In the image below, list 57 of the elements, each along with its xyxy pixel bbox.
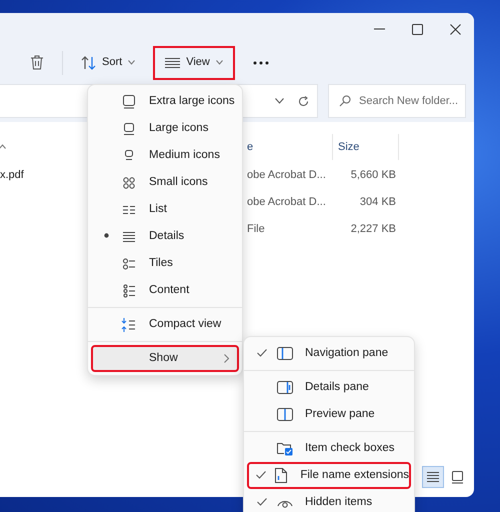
tiles-icon	[121, 256, 137, 270]
minimize-icon[interactable]	[374, 28, 384, 30]
view-button[interactable]: View	[153, 46, 235, 80]
folder-checkbox-icon	[277, 441, 293, 456]
lines-icon	[121, 230, 137, 244]
menu-item[interactable]: Content	[91, 277, 239, 304]
menu-item[interactable]: Extra large icons	[91, 88, 239, 115]
menu-item[interactable]: Medium icons	[91, 142, 239, 169]
sort-arrows-icon	[81, 56, 96, 70]
refresh-icon[interactable]	[298, 96, 309, 106]
file-size: 2,227 KB	[350, 223, 396, 236]
pane-icon	[277, 408, 293, 421]
monitor-icon	[121, 94, 137, 108]
close-icon[interactable]	[450, 24, 460, 34]
grid-circles-icon	[121, 176, 137, 190]
chevron-right-icon	[224, 354, 229, 363]
monitor-icon	[121, 122, 137, 136]
column-header[interactable]: e	[247, 140, 254, 153]
search-icon	[339, 95, 351, 107]
document-icon	[275, 468, 288, 483]
menu-item[interactable]: Hidden items	[247, 489, 411, 512]
menu-item[interactable]: Tiles	[91, 250, 239, 277]
more-icon	[252, 60, 269, 64]
file-name[interactable]: x.pdf	[0, 169, 24, 182]
menu-item[interactable]: List	[91, 196, 239, 223]
column-header[interactable]: Size	[332, 134, 399, 160]
lines-icon	[425, 470, 441, 484]
file-type: File	[247, 223, 265, 236]
maximize-icon[interactable]	[412, 24, 422, 34]
content-icon	[121, 284, 137, 298]
menu-item[interactable]: Large icons	[91, 115, 239, 142]
file-size: 304 KB	[360, 196, 396, 208]
caret-icon	[128, 60, 136, 65]
chevron-down-icon[interactable]	[275, 98, 284, 104]
file-size: 5,660 KB	[350, 169, 396, 182]
menu-item[interactable]: Preview pane	[247, 401, 411, 428]
monitor-icon	[450, 470, 464, 484]
file-type: obe Acrobat D...	[247, 169, 326, 182]
menu-item[interactable]: Details pane	[247, 374, 411, 401]
menu-item[interactable]: Compact view	[91, 311, 239, 338]
search-field[interactable]: Search New folder...	[328, 84, 466, 118]
sort-button[interactable]: Sort	[69, 46, 148, 80]
caret-icon	[216, 60, 223, 65]
lines-icon	[165, 58, 180, 68]
file-type: obe Acrobat D...	[247, 196, 326, 208]
sort-caret-icon	[0, 144, 6, 150]
show-menu-item[interactable]: Show	[91, 345, 239, 372]
menu-item[interactable]: Details	[91, 223, 239, 250]
trash-icon	[30, 55, 44, 70]
pane-icon	[277, 347, 293, 360]
menu-item[interactable]: Item check boxes	[247, 435, 411, 462]
pane-icon	[277, 381, 293, 394]
details-view-button[interactable]	[422, 466, 444, 488]
menu-item[interactable]: Navigation pane	[247, 340, 411, 367]
menu-item[interactable]: Small icons	[91, 169, 239, 196]
menu-item[interactable]: File name extensions	[247, 462, 411, 489]
compact-icon	[121, 318, 137, 332]
